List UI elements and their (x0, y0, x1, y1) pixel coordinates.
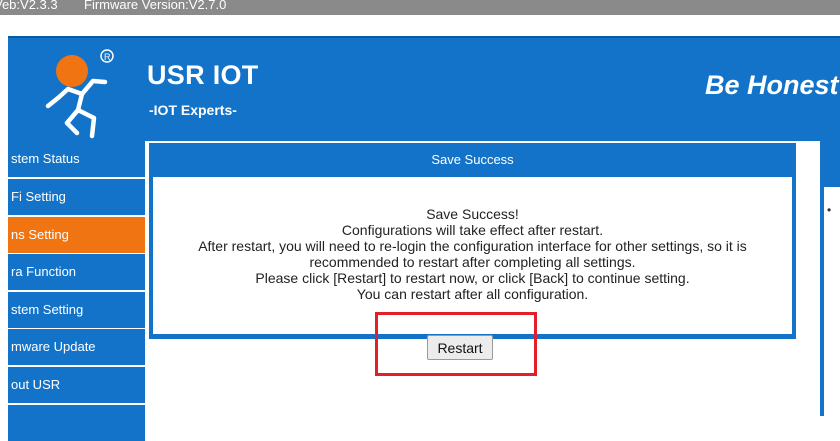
highlight-box (375, 312, 537, 376)
brand-tagline: -IOT Experts- (149, 102, 237, 118)
right-panel-header (820, 141, 840, 185)
bullet-icon: • (827, 203, 832, 217)
sidebar-item-firmware-update[interactable]: mware Update (8, 329, 145, 365)
right-panel: • (820, 141, 840, 416)
header: R USR IOT -IOT Experts- Be Honest (8, 36, 840, 141)
sidebar-item-about-usr[interactable]: out USR (8, 367, 145, 403)
right-panel-body (824, 187, 840, 416)
message-line: You can restart after all configuration. (356, 286, 589, 302)
main-content: Save Success Save Success! Configuration… (145, 141, 820, 416)
sidebar-item-more[interactable] (8, 405, 145, 441)
sidebar-item-wifi-setting[interactable]: Fi Setting (8, 179, 145, 215)
running-man-logo-icon: R (45, 49, 114, 139)
svg-text:R: R (104, 52, 111, 62)
panel-body: Save Success! Configurations will take e… (153, 177, 792, 334)
message-line: Configurations will take effect after re… (341, 222, 604, 238)
sidebar-item-trans-setting[interactable]: ns Setting (8, 217, 145, 253)
slogan: Be Honest (705, 70, 839, 100)
panel-title: Save Success (431, 152, 514, 167)
sidebar-item-system-setting[interactable]: stem Setting (8, 292, 145, 328)
version-bar: Veb:V2.3.3 Firmware Version:V2.7.0 (0, 0, 840, 15)
sidebar-nav: stem Status Fi Setting ns Setting ra Fun… (8, 141, 145, 441)
firmware-version: Firmware Version:V2.7.0 (84, 0, 227, 12)
web-version: Veb:V2.3.3 (0, 0, 58, 12)
sidebar-item-system-status[interactable]: stem Status (8, 141, 145, 177)
message-line: Save Success! (426, 206, 519, 222)
save-success-panel: Save Success Save Success! Configuration… (149, 143, 796, 339)
message-line: Please click [Restart] to restart now, o… (255, 270, 690, 286)
message-line: After restart, you will need to re-login… (198, 238, 747, 254)
spacer (0, 15, 840, 36)
sidebar-item-extra-function[interactable]: ra Function (8, 254, 145, 290)
brand-name: USR IOT (147, 60, 259, 90)
message-line: recommended to restart after completing … (309, 254, 636, 270)
